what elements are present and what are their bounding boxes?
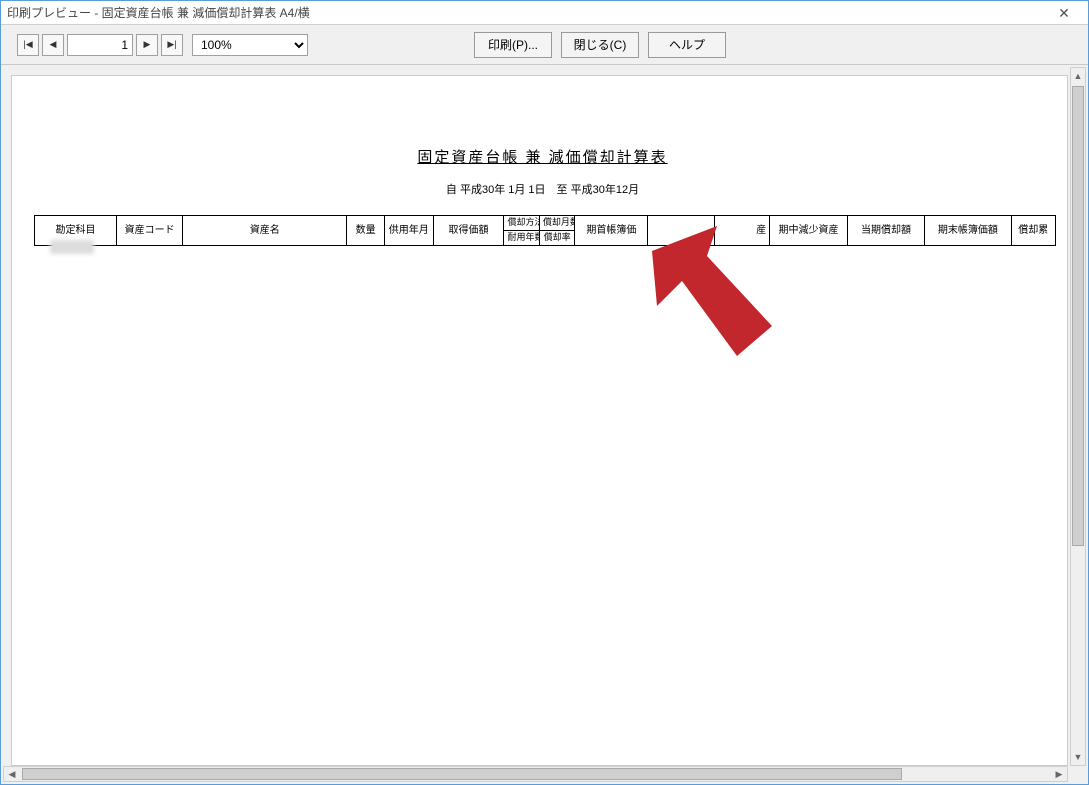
report-period: 自 平成30年 1月 1日 至 平成30年12月 bbox=[34, 181, 1051, 197]
toolbar: |◀ ◀ ▶ ▶| 100% 印刷(P)... 閉じる(C) ヘルプ bbox=[1, 25, 1088, 65]
close-icon[interactable]: ✕ bbox=[1046, 3, 1082, 23]
col-last: 償却累 bbox=[1011, 216, 1055, 246]
first-page-button[interactable]: |◀ bbox=[17, 34, 39, 56]
next-page-button[interactable]: ▶ bbox=[136, 34, 158, 56]
col-svc-date: 供用年月 bbox=[384, 216, 433, 246]
col-hidden-1 bbox=[648, 216, 714, 246]
table-header: 勘定科目 資産コード 資産名 数量 供用年月 取得価額 償却方法 償却月数 期首… bbox=[35, 216, 1056, 246]
col-sub2-top: 償却月数 bbox=[539, 216, 574, 231]
window-title: 印刷プレビュー - 固定資産台帳 兼 減価償却計算表 A4/横 bbox=[7, 4, 1046, 21]
company-name-redacted bbox=[50, 240, 94, 254]
report-document: 固定資産台帳 兼 減価償却計算表 自 平成30年 1月 1日 至 平成30年12… bbox=[12, 76, 1067, 246]
col-end-bv: 期末帳簿価額 bbox=[925, 216, 1011, 246]
col-sub1-top: 償却方法 bbox=[504, 216, 539, 231]
col-name: 資産名 bbox=[183, 216, 347, 246]
col-qty: 数量 bbox=[347, 216, 385, 246]
scroll-up-icon[interactable]: ▲ bbox=[1071, 68, 1085, 84]
print-preview-window: 印刷プレビュー - 固定資産台帳 兼 減価償却計算表 A4/横 ✕ |◀ ◀ ▶… bbox=[0, 0, 1089, 785]
page-number-input[interactable] bbox=[67, 34, 133, 56]
col-acq: 取得価額 bbox=[433, 216, 504, 246]
preview-viewport: 固定資産台帳 兼 減価償却計算表 自 平成30年 1月 1日 至 平成30年12… bbox=[1, 65, 1088, 784]
col-period-dep: 当期償却額 bbox=[847, 216, 925, 246]
horizontal-scroll-thumb[interactable] bbox=[22, 768, 902, 780]
col-code: 資産コード bbox=[116, 216, 182, 246]
prev-page-button[interactable]: ◀ bbox=[42, 34, 64, 56]
horizontal-scrollbar[interactable]: ◀ ▶ bbox=[3, 766, 1068, 782]
col-sub2-bot: 償却率 bbox=[539, 231, 574, 246]
last-page-button[interactable]: ▶| bbox=[161, 34, 183, 56]
col-sub1-bot: 耐用年数 bbox=[504, 231, 539, 246]
asset-table: 勘定科目 資産コード 資産名 数量 供用年月 取得価額 償却方法 償却月数 期首… bbox=[34, 215, 1056, 246]
col-period-dec: 期中減少資産 bbox=[770, 216, 848, 246]
col-open-bv: 期首帳簿価 bbox=[575, 216, 648, 246]
page-paper: 固定資産台帳 兼 減価償却計算表 自 平成30年 1月 1日 至 平成30年12… bbox=[11, 75, 1068, 766]
pointer-arrow-overlay bbox=[642, 226, 782, 376]
scroll-down-icon[interactable]: ▼ bbox=[1071, 749, 1085, 765]
scroll-right-icon[interactable]: ▶ bbox=[1051, 767, 1067, 781]
col-hidden-2: 産 bbox=[714, 216, 769, 246]
scroll-left-icon[interactable]: ◀ bbox=[4, 767, 20, 781]
zoom-select[interactable]: 100% bbox=[192, 34, 308, 56]
vertical-scroll-thumb[interactable] bbox=[1072, 86, 1084, 546]
close-button[interactable]: 閉じる(C) bbox=[561, 32, 639, 58]
report-title: 固定資産台帳 兼 減価償却計算表 bbox=[34, 146, 1051, 167]
vertical-scrollbar[interactable]: ▲ ▼ bbox=[1070, 67, 1086, 766]
print-button[interactable]: 印刷(P)... bbox=[474, 32, 552, 58]
help-button[interactable]: ヘルプ bbox=[648, 32, 726, 58]
titlebar: 印刷プレビュー - 固定資産台帳 兼 減価償却計算表 A4/横 ✕ bbox=[1, 1, 1088, 25]
